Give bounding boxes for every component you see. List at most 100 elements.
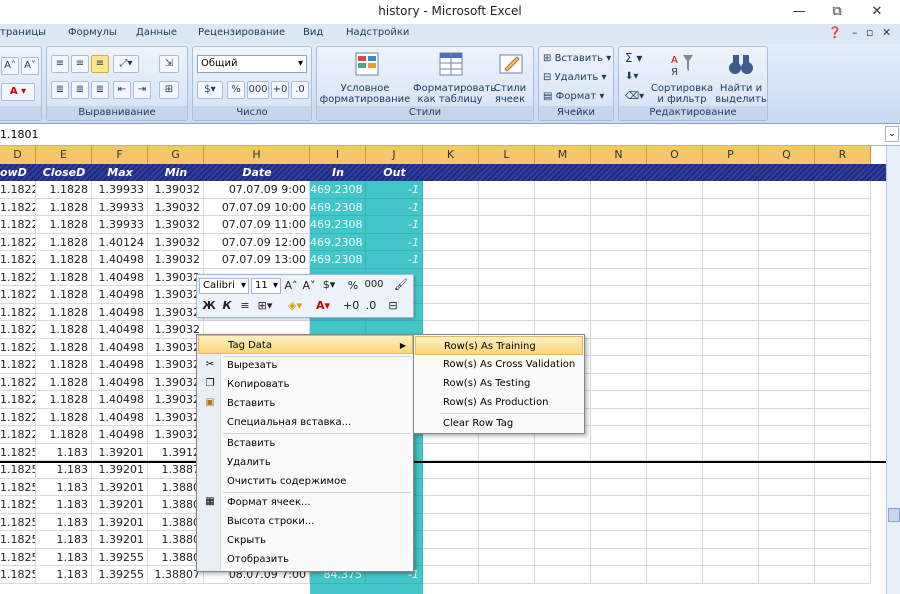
table-cell[interactable]: 1.183: [36, 531, 92, 549]
table-cell[interactable]: [759, 531, 815, 549]
font-color-button[interactable]: A ▾: [1, 83, 35, 101]
table-cell[interactable]: [759, 373, 815, 391]
table-cell[interactable]: 1.39032: [148, 181, 204, 199]
table-cell[interactable]: [479, 216, 535, 234]
align-left-button[interactable]: ≣: [51, 81, 69, 99]
format-as-table-button[interactable]: Форматировать как таблицу: [413, 83, 496, 105]
table-cell[interactable]: [759, 566, 815, 584]
align-middle-button[interactable]: ≡: [71, 55, 89, 73]
table-cell[interactable]: 1.1828: [36, 356, 92, 374]
table-cell[interactable]: 1.1828: [36, 338, 92, 356]
shrink-font-icon[interactable]: A˅: [301, 279, 317, 292]
table-cell[interactable]: [759, 443, 815, 461]
table-cell[interactable]: 1.18224: [0, 233, 36, 251]
table-cell[interactable]: [815, 251, 871, 269]
menu-item-clear-contents[interactable]: Очистить содержимое: [198, 472, 413, 491]
table-cell[interactable]: [479, 303, 535, 321]
table-cell[interactable]: [535, 198, 591, 216]
thousands-icon[interactable]: 000: [363, 279, 385, 290]
table-cell[interactable]: 1.1828: [36, 303, 92, 321]
table-cell[interactable]: [703, 321, 759, 339]
column-header-L[interactable]: L: [479, 146, 535, 164]
table-cell[interactable]: [647, 251, 703, 269]
table-cell[interactable]: [423, 181, 479, 199]
number-format-select[interactable]: Общий ▾: [197, 55, 307, 73]
table-cell[interactable]: 1.40498: [92, 408, 148, 426]
table-cell[interactable]: [647, 531, 703, 549]
header-cell[interactable]: owD: [0, 164, 36, 181]
menu-item-insert[interactable]: Вставить: [198, 434, 413, 453]
table-cell[interactable]: [703, 461, 759, 479]
table-cell[interactable]: 1.1828: [36, 268, 92, 286]
table-cell[interactable]: [703, 426, 759, 444]
table-cell[interactable]: [423, 303, 479, 321]
table-cell[interactable]: 07.07.09 11:00: [204, 216, 310, 234]
merge-cells-icon[interactable]: ⊟: [385, 299, 401, 312]
ribbon-restore-icon[interactable]: ▫: [866, 26, 873, 39]
decrease-decimal-button[interactable]: .0: [291, 81, 309, 99]
table-cell[interactable]: [591, 321, 647, 339]
table-cell[interactable]: [535, 181, 591, 199]
table-cell[interactable]: 469.2308: [310, 198, 366, 216]
column-header-D[interactable]: D: [0, 146, 36, 164]
tab-addins[interactable]: Надстройки: [346, 27, 409, 38]
table-cell[interactable]: [423, 216, 479, 234]
header-cell[interactable]: Max: [92, 164, 148, 181]
percent-icon[interactable]: %: [345, 279, 361, 292]
menu-item-hide[interactable]: Скрыть: [198, 531, 413, 550]
table-cell[interactable]: 1.183: [36, 461, 92, 479]
column-header-R[interactable]: R: [815, 146, 871, 164]
table-cell[interactable]: [815, 233, 871, 251]
submenu-item-cross-validation[interactable]: Row(s) As Cross Validation: [415, 355, 583, 374]
table-cell[interactable]: [535, 478, 591, 496]
table-cell[interactable]: [703, 338, 759, 356]
table-cell[interactable]: 1.1828: [36, 426, 92, 444]
table-cell[interactable]: [591, 408, 647, 426]
table-cell[interactable]: [703, 513, 759, 531]
table-cell[interactable]: [759, 478, 815, 496]
table-cell[interactable]: 1.40498: [92, 338, 148, 356]
table-cell[interactable]: [703, 566, 759, 584]
help-icon[interactable]: ❓: [828, 26, 842, 39]
submenu-item-testing[interactable]: Row(s) As Testing: [415, 374, 583, 393]
table-cell[interactable]: 1.39933: [92, 216, 148, 234]
table-cell[interactable]: [647, 548, 703, 566]
table-cell[interactable]: [815, 268, 871, 286]
table-cell[interactable]: [535, 496, 591, 514]
table-cell[interactable]: [815, 513, 871, 531]
column-header-G[interactable]: G: [148, 146, 204, 164]
table-cell[interactable]: 1.1825: [0, 566, 36, 584]
font-color-icon[interactable]: A▾: [315, 299, 331, 312]
table-cell[interactable]: [703, 408, 759, 426]
table-cell[interactable]: [759, 338, 815, 356]
table-cell[interactable]: -1: [366, 233, 423, 251]
menu-item-paste-special[interactable]: Специальная вставка...: [198, 413, 413, 432]
header-cell[interactable]: CloseD: [36, 164, 92, 181]
grow-font-icon[interactable]: A˄: [283, 279, 299, 292]
orientation-button[interactable]: ⤢▾: [113, 55, 139, 73]
table-cell[interactable]: [647, 461, 703, 479]
table-cell[interactable]: [815, 531, 871, 549]
table-cell[interactable]: [703, 548, 759, 566]
currency-button[interactable]: $▾: [197, 81, 223, 99]
table-cell[interactable]: 07.07.09 10:00: [204, 198, 310, 216]
column-header-P[interactable]: P: [703, 146, 759, 164]
table-cell[interactable]: [591, 478, 647, 496]
menu-item-tag-data[interactable]: Tag Data ▶: [198, 335, 413, 354]
table-cell[interactable]: [703, 496, 759, 514]
table-cell[interactable]: [479, 268, 535, 286]
increase-decimal-icon[interactable]: +0: [343, 299, 359, 312]
table-cell[interactable]: [535, 216, 591, 234]
table-cell[interactable]: [647, 321, 703, 339]
tab-view[interactable]: Вид: [303, 27, 323, 38]
table-cell[interactable]: [591, 443, 647, 461]
table-cell[interactable]: [647, 408, 703, 426]
table-cell[interactable]: -1: [366, 251, 423, 269]
table-cell[interactable]: [591, 496, 647, 514]
table-cell[interactable]: 07.07.09 12:00: [204, 233, 310, 251]
table-cell[interactable]: [759, 496, 815, 514]
column-header-I[interactable]: I: [310, 146, 366, 164]
scrollbar-thumb[interactable]: [888, 508, 900, 522]
table-cell[interactable]: [815, 426, 871, 444]
table-cell[interactable]: 1.40498: [92, 251, 148, 269]
